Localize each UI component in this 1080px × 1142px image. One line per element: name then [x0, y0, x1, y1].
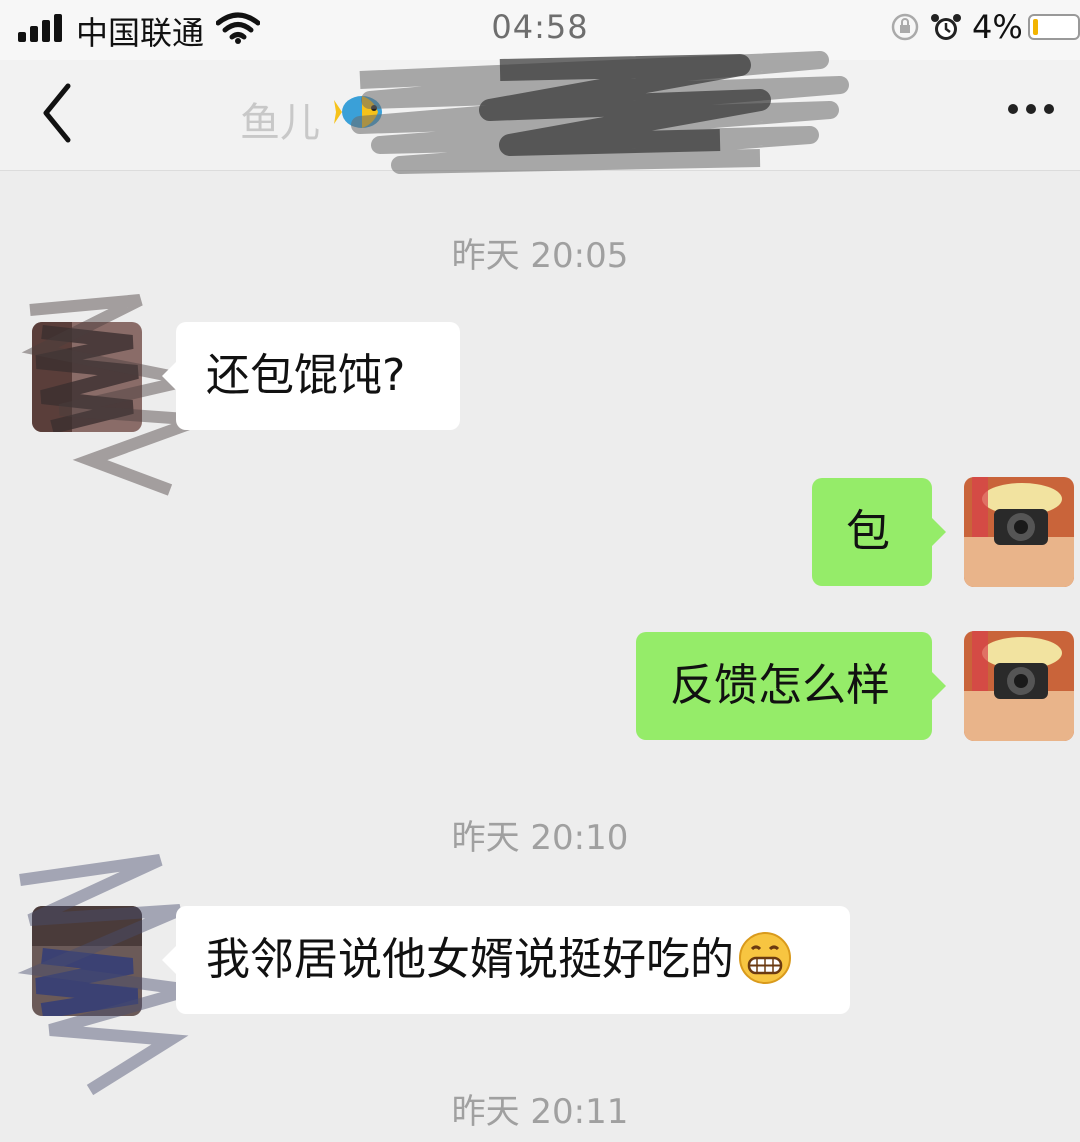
alarm-icon [931, 14, 961, 40]
outgoing-message-bubble[interactable]: 包 [812, 478, 946, 586]
chat-screen: 中国联通 04:58 4% 鱼儿 昨天 20:05 还包馄饨? 包 反馈怎么样 … [0, 0, 1080, 1142]
outgoing-message-bubble[interactable]: 反馈怎么样 [636, 632, 946, 740]
my-avatar[interactable] [964, 477, 1074, 587]
grinning-face-icon [739, 932, 791, 984]
message-text: 包 [846, 506, 890, 557]
chat-title: 鱼儿 [240, 100, 320, 146]
more-options-button[interactable] [996, 90, 1066, 130]
my-avatar[interactable] [964, 631, 1074, 741]
message-text: 我邻居说他女婿说挺好吃的 [206, 934, 734, 985]
chat-header: 鱼儿 [0, 51, 1080, 174]
redaction-scribble [351, 51, 849, 174]
incoming-message-bubble[interactable]: 还包馄饨? [162, 322, 460, 430]
message-timestamp: 昨天 20:05 [451, 236, 629, 276]
battery-icon [1028, 14, 1080, 40]
back-button[interactable] [28, 78, 88, 148]
redaction-scribble [17, 854, 192, 1096]
message-text: 反馈怎么样 [670, 660, 890, 711]
rotation-lock-icon [891, 13, 919, 41]
battery-percent: 4% [972, 8, 1023, 46]
incoming-message-bubble[interactable]: 我邻居说他女婿说挺好吃的 [162, 906, 850, 1014]
message-timestamp: 昨天 20:11 [451, 1092, 629, 1132]
message-text: 还包馄饨? [206, 350, 406, 401]
